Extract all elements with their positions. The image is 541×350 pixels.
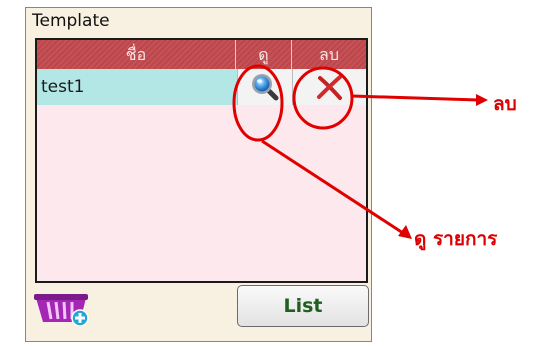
delete-callout-arrow	[351, 94, 479, 102]
view-callout-arrow	[261, 139, 404, 235]
delete-icon-highlight	[292, 66, 354, 130]
view-icon-highlight	[232, 64, 284, 142]
delete-callout-label: ลบ	[493, 93, 517, 115]
annotation-overlay	[232, 64, 488, 239]
view-callout-label: ดู รายการ	[414, 228, 498, 250]
